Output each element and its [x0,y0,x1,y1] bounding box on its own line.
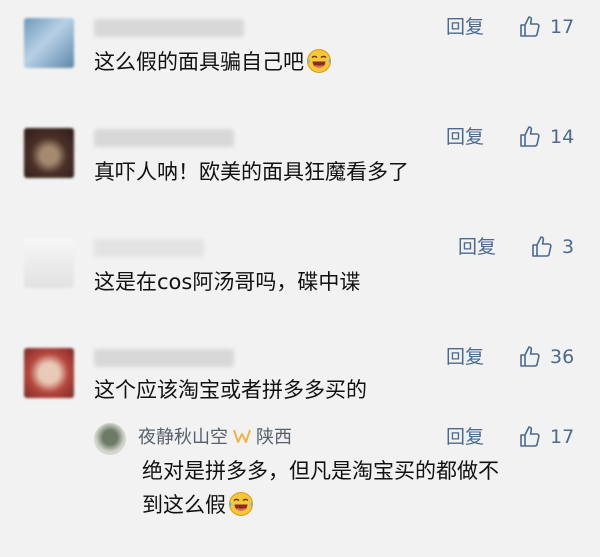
reply-author-name[interactable]: 夜静秋山空 [138,427,228,448]
username-blurred[interactable] [94,129,234,147]
comment-item: 回复 14 真吓人呐！欧美的面具狂魔看多了 [0,110,600,220]
like-count: 3 [562,236,575,258]
like-button[interactable]: 14 [518,124,574,150]
username-blurred[interactable] [94,239,204,257]
comment-text: 这么假的面具骗自己吧 [94,48,332,76]
reply-author-line: 夜静秋山空 陕西 [138,426,292,450]
username-blurred[interactable] [94,19,244,37]
like-button[interactable]: 3 [530,234,574,260]
comment-item: 回复 17 这么假的面具骗自己吧 [0,0,600,110]
avatar[interactable] [24,128,74,178]
avatar[interactable] [94,423,126,455]
laughing-tears-emoji [307,49,331,73]
comment-text: 真吓人呐！欧美的面具狂魔看多了 [94,160,409,184]
reply-text: 绝对是拼多多，但凡是淘宝买的都做不 到这么假 [142,454,582,522]
reply-text-line: 到这么假 [142,488,582,522]
comment-item: 回复 36 这个应该淘宝或者拼多多买的 夜静秋山空 陕西 回复 17 绝对是拼多… [0,330,600,557]
reply-button[interactable]: 回复 [446,425,484,449]
thumbs-up-icon [520,126,540,147]
like-count: 14 [550,126,575,148]
comment-text-content: 这么假的面具骗自己吧 [94,50,304,74]
reply-button[interactable]: 回复 [446,125,484,149]
reply-button[interactable]: 回复 [458,235,496,259]
reply-button[interactable]: 回复 [446,345,484,369]
thumbs-up-icon [520,346,540,367]
ribbon-badge-icon [233,429,251,443]
like-count: 36 [550,346,575,368]
thumbs-up-icon [520,426,540,447]
reply-location: 陕西 [256,427,292,448]
like-button[interactable]: 17 [518,424,574,450]
like-count: 17 [550,426,575,448]
thumbs-up-icon [520,16,540,37]
reply-text-line: 绝对是拼多多，但凡是淘宝买的都做不 [142,459,499,483]
avatar[interactable] [24,348,74,398]
comment-text: 这个应该淘宝或者拼多多买的 [94,378,367,402]
comment-item: 回复 3 这是在cos阿汤哥吗，碟中谍 [0,220,600,330]
laughing-tears-emoji [229,492,253,516]
avatar[interactable] [24,18,74,68]
reply-text-content: 到这么假 [142,493,226,517]
like-button[interactable]: 17 [518,14,574,40]
like-count: 17 [550,16,575,38]
avatar[interactable] [24,238,74,288]
like-button[interactable]: 36 [518,344,574,370]
reply-button[interactable]: 回复 [446,15,484,39]
thumbs-up-icon [532,236,552,257]
comment-text: 这是在cos阿汤哥吗，碟中谍 [94,270,361,294]
username-blurred[interactable] [94,349,234,367]
